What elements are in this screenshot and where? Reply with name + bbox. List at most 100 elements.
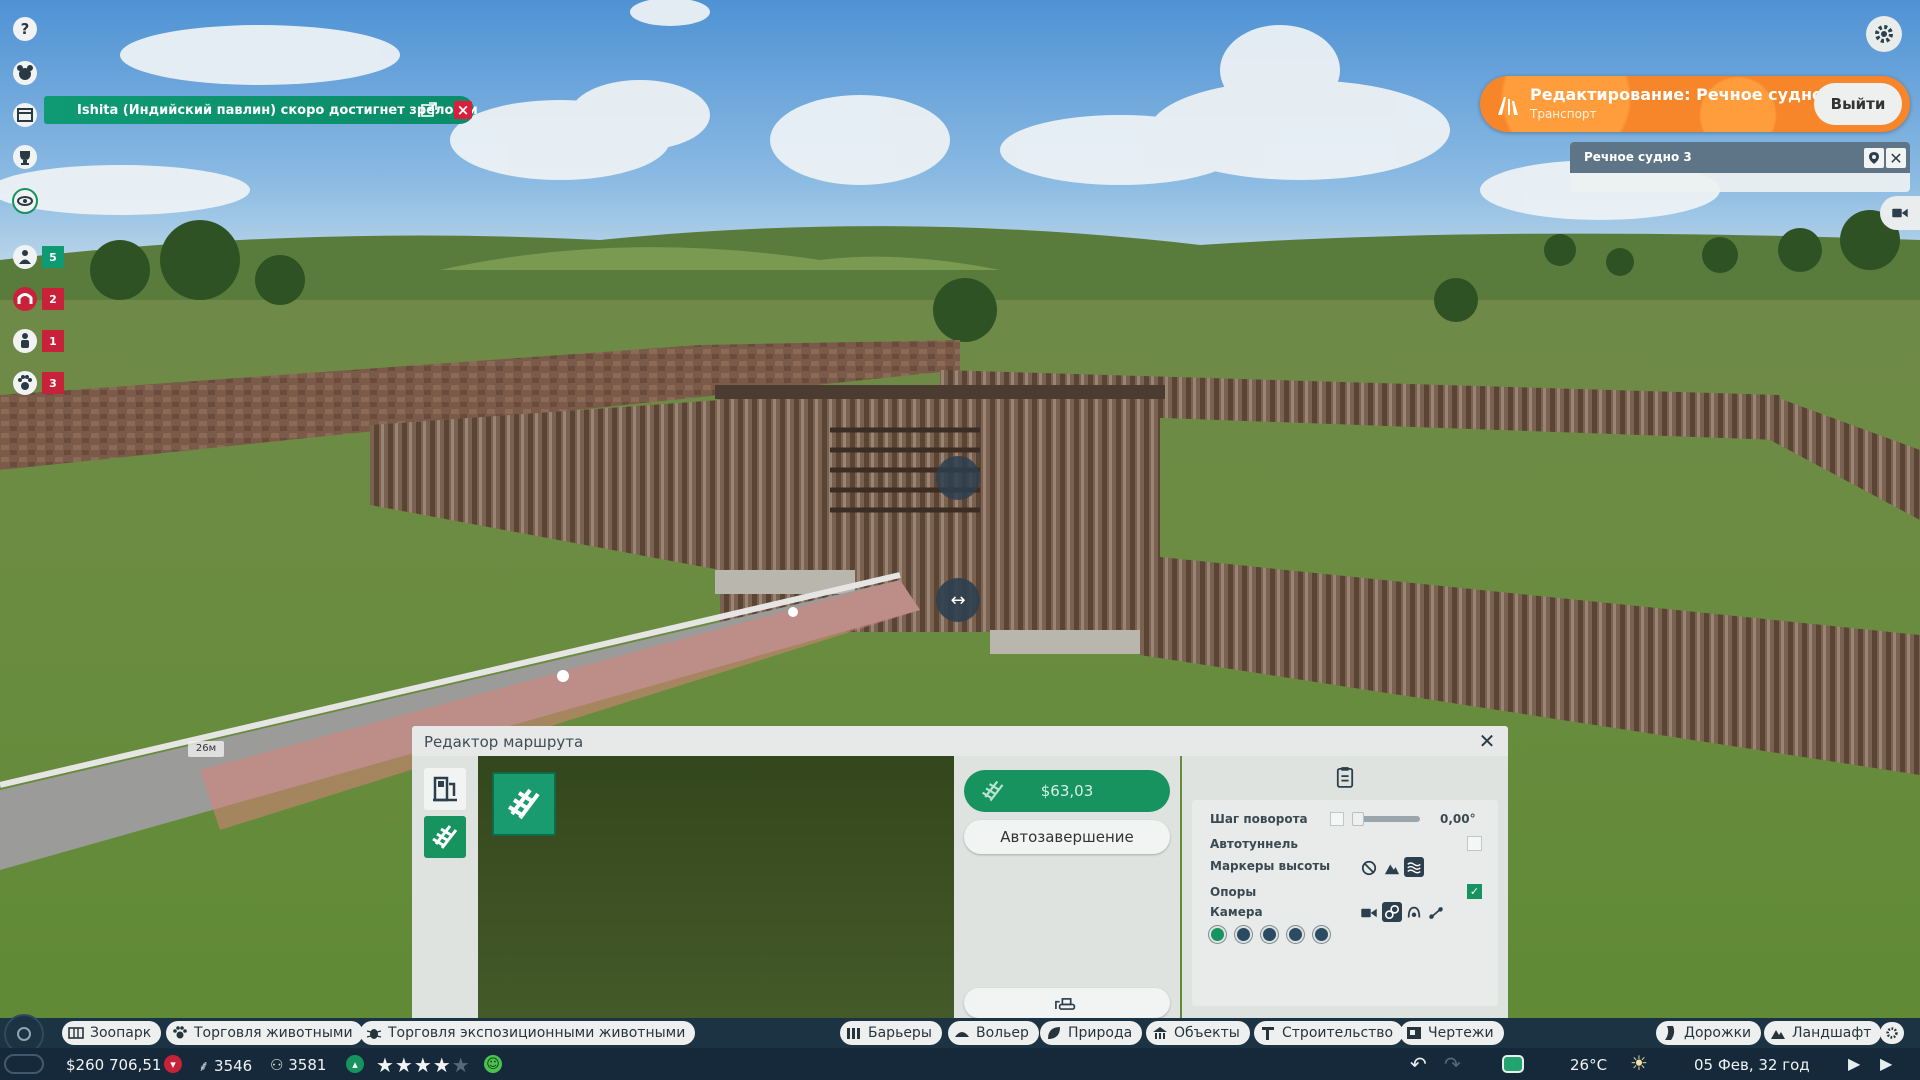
nav-blueprints-label: Чертежи (1428, 1025, 1494, 1041)
locate-button[interactable] (1864, 148, 1884, 168)
leaf-icon (1048, 1027, 1060, 1039)
auto-tunnel-label: Автотуннель (1210, 837, 1298, 851)
path-icon (1665, 1026, 1675, 1040)
guest-count: ⚇ 3581 (270, 1056, 326, 1074)
video-camera-icon (1892, 208, 1908, 218)
bulldoze-button[interactable] (964, 988, 1170, 1018)
calendar-icon (13, 103, 37, 127)
terrain-markers-icon[interactable] (1382, 858, 1402, 878)
help-button[interactable]: ? (6, 10, 44, 48)
guest-count-value: 3581 (288, 1056, 327, 1074)
play-speed-icon[interactable]: ▶ (1848, 1054, 1868, 1074)
camera-follow-icon[interactable] (1359, 903, 1379, 923)
route-editor-header: Редактор маршрута ✕ (412, 726, 1508, 756)
location-pin-icon (1869, 152, 1879, 164)
building-icon (1153, 1027, 1167, 1039)
staff-keepers-button[interactable] (6, 238, 44, 276)
route-cost-section: $63,03 Автозавершение (954, 756, 1180, 1018)
nav-animal-trade-label: Торговля животными (194, 1025, 353, 1041)
camera-slot-3[interactable] (1261, 926, 1278, 943)
rotation-step-value: 0,00° (1440, 812, 1476, 826)
calendar-button[interactable] (6, 96, 44, 134)
station-category-button[interactable] (424, 768, 466, 810)
bug-icon (366, 1029, 382, 1039)
clipboard-icon (1336, 767, 1354, 788)
camera-slot-2[interactable] (1235, 926, 1252, 943)
camera-slot-4[interactable] (1287, 926, 1304, 943)
track-category-button[interactable] (424, 816, 466, 858)
speed-toggle[interactable] (4, 1054, 44, 1074)
nav-zoo-label: Зоопарк (90, 1025, 152, 1041)
open-external-icon[interactable] (420, 101, 438, 119)
nav-zoo[interactable]: Зоопарк (62, 1021, 162, 1045)
nav-settings-button[interactable] (1880, 1022, 1904, 1044)
camera-path-icon[interactable] (1426, 903, 1446, 923)
station-icon (433, 776, 457, 802)
keeper-icon (13, 245, 37, 269)
auto-tunnel-checkbox[interactable] (1467, 836, 1482, 851)
terrain-icon (1771, 1030, 1785, 1039)
route-editor-title: Редактор маршрута (424, 733, 584, 751)
notification-close-button[interactable]: × (454, 101, 472, 119)
slider-handle[interactable] (1352, 812, 1364, 826)
zoopedia-button[interactable] (6, 54, 44, 92)
route-editor-categories (412, 756, 478, 1018)
nav-paths-label: Дорожки (1684, 1025, 1752, 1041)
challenges-button[interactable] (6, 138, 44, 176)
zoo-rating-stars: ★★★★★ (376, 1053, 471, 1077)
visibility-button[interactable] (6, 182, 44, 220)
fast-forward-icon[interactable]: ▶ (1880, 1054, 1904, 1074)
camera-orbit-icon[interactable] (1404, 903, 1424, 923)
vets-button[interactable] (6, 280, 44, 318)
habitat-icon (955, 1032, 969, 1037)
camera-slot-5[interactable] (1313, 926, 1330, 943)
nav-terrain[interactable]: Ландшафт (1764, 1021, 1882, 1045)
supports-checkbox[interactable]: ✓ (1467, 884, 1482, 899)
guests-button[interactable] (6, 322, 44, 360)
track-piece-tile[interactable] (492, 772, 556, 836)
camera-label: Камера (1210, 905, 1263, 919)
undo-icon[interactable]: ↶ (1410, 1053, 1434, 1075)
notification-banner[interactable]: Ishita (Индийский павлин) скоро достигне… (44, 96, 478, 124)
camera-tab-button[interactable] (1880, 196, 1920, 230)
settings-button[interactable] (1866, 16, 1902, 52)
nav-objects[interactable]: Объекты (1146, 1021, 1250, 1045)
track-price-button[interactable]: $63,03 (964, 770, 1170, 812)
route-options-section: Шаг поворота 0,00° Автотуннель Маркеры в… (1182, 756, 1508, 1018)
vet-icon (13, 287, 37, 311)
camera-track-icon[interactable] (1382, 902, 1402, 922)
redo-icon[interactable]: ↷ (1444, 1053, 1468, 1075)
vehicle-panel-close-button[interactable]: ✕ (1886, 148, 1906, 168)
guests-trend-up-icon: ▴ (346, 1055, 364, 1073)
auto-complete-button[interactable]: Автозавершение (964, 820, 1170, 854)
rotation-step-slider[interactable] (1352, 812, 1420, 826)
gear-icon (1875, 25, 1893, 43)
nav-habitat[interactable]: Вольер (948, 1021, 1039, 1045)
route-editor-close-button[interactable]: ✕ (1476, 729, 1498, 753)
construction-icon (1262, 1027, 1274, 1040)
game-date: 05 Фев, 32 год (1694, 1056, 1810, 1074)
barrier-icon (847, 1028, 860, 1039)
rotation-step-checkbox[interactable] (1330, 812, 1344, 826)
water-markers-icon[interactable] (1404, 857, 1424, 877)
money-value: $260 706,51 (66, 1056, 162, 1074)
edit-mode-subtitle: Транспорт (1530, 107, 1597, 121)
nav-nature[interactable]: Природа (1040, 1021, 1143, 1045)
exit-button[interactable]: Выйти (1814, 83, 1902, 125)
camera-slot-1[interactable] (1209, 926, 1226, 943)
map-icon (68, 1027, 84, 1039)
route-editor-panel: Редактор маршрута ✕ $63,03 Автозавершени… (412, 726, 1508, 1018)
nav-construction[interactable]: Строительство (1254, 1021, 1404, 1045)
nav-animal-trade[interactable]: Торговля животными (166, 1021, 363, 1045)
nav-barriers[interactable]: Барьеры (840, 1021, 942, 1045)
keeper-count-badge: 5 (42, 246, 64, 268)
nav-paths[interactable]: Дорожки (1656, 1021, 1762, 1045)
svg-text:↔: ↔ (950, 590, 965, 611)
animals-button[interactable] (6, 364, 44, 402)
nav-terrain-label: Ландшафт (1792, 1025, 1872, 1041)
notifications-icon[interactable] (1502, 1055, 1524, 1073)
markers-off-icon[interactable] (1359, 858, 1379, 878)
nav-exhibit-trade[interactable]: Торговля экспозиционными животными (360, 1021, 696, 1045)
nav-blueprints[interactable]: Чертежи (1400, 1021, 1504, 1045)
edit-mode-banner: Редактирование: Речное судно 3 Транспорт… (1480, 76, 1910, 132)
